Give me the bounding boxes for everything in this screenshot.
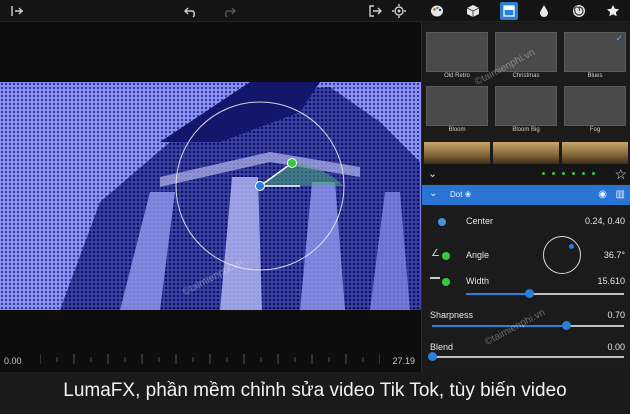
width-icon	[430, 277, 440, 279]
checkmark-icon: ✓	[615, 33, 623, 43]
param-label: Sharpness	[430, 310, 474, 320]
preset-pager: ⌄ ☆	[422, 164, 630, 184]
param-blend[interactable]: Blend 0.00	[422, 338, 630, 358]
time-start: 0.00	[4, 356, 22, 366]
film-strip[interactable]	[422, 140, 630, 164]
preset-old-retro[interactable]: Old Retro	[424, 30, 490, 80]
exit-icon[interactable]	[8, 2, 26, 20]
angle-icon: ∠	[431, 248, 440, 259]
blend-slider-track[interactable]	[432, 356, 624, 358]
preset-thumbnail	[495, 86, 557, 126]
center-indicator	[438, 218, 446, 226]
preset-thumbnail	[564, 86, 626, 126]
settings-icon[interactable]	[390, 2, 408, 20]
preset-thumbnail	[426, 86, 488, 126]
preset-bloom-big[interactable]: Bloom Big	[493, 84, 559, 134]
angle-dial[interactable]	[543, 236, 581, 274]
caption-text: LumaFX, phần mềm chỉnh sửa video Tik Tok…	[63, 380, 567, 401]
param-label: Center	[466, 216, 494, 226]
chevron-down-icon[interactable]: ⌄	[428, 167, 437, 180]
preset-label: Bloom Big	[512, 127, 540, 133]
star-icon[interactable]	[604, 2, 622, 20]
layer-name: Dot ❀	[450, 190, 472, 199]
undo-icon[interactable]	[182, 2, 200, 20]
param-center[interactable]: Center 0.24, 0.40	[422, 212, 630, 232]
palette-icon[interactable]	[428, 2, 446, 20]
cube-icon[interactable]	[464, 2, 482, 20]
pager-dot	[582, 172, 585, 175]
pager-dot	[542, 172, 545, 175]
redo-icon[interactable]	[220, 2, 238, 20]
preset-thumbnail	[426, 32, 488, 72]
film-thumbnail[interactable]	[493, 142, 559, 164]
param-value: 0.24, 0.40	[584, 216, 625, 226]
param-value: 0.70	[607, 310, 625, 320]
star-outline-icon[interactable]: ☆	[614, 166, 627, 183]
width-slider-knob[interactable]	[524, 289, 534, 298]
param-value: 15.610	[597, 276, 625, 286]
preset-label: Blues	[587, 73, 603, 79]
trash-icon[interactable]: ▥	[616, 189, 625, 200]
sharpness-slider-fill	[432, 325, 567, 327]
pager-dot	[552, 172, 555, 175]
chevron-down-icon[interactable]: ⌄	[429, 188, 437, 199]
blend-slider-knob[interactable]	[427, 352, 437, 361]
caption-bar: LumaFX, phần mềm chỉnh sửa video Tik Tok…	[0, 372, 630, 414]
param-angle[interactable]: ∠ Angle 36.7°	[422, 246, 630, 266]
timeline-ticks[interactable]	[40, 350, 380, 366]
param-label: Angle	[466, 250, 490, 260]
timeline[interactable]: 0.00 27.19	[0, 346, 421, 372]
param-value: 36.7°	[603, 250, 625, 260]
dial-handle[interactable]	[569, 244, 575, 250]
drop-icon[interactable]	[535, 2, 553, 20]
width-indicator	[442, 278, 450, 286]
pager-dot	[562, 172, 565, 175]
pager-dot	[572, 172, 575, 175]
video-canvas[interactable]: ©taimienphi.vn 0.00 27.19	[0, 22, 421, 372]
swirl-icon[interactable]	[570, 2, 588, 20]
film-thumbnail[interactable]	[424, 142, 490, 164]
export-icon[interactable]	[366, 2, 384, 20]
preset-label: Fog	[589, 127, 601, 133]
top-toolbar	[0, 0, 630, 22]
layer-header[interactable]: ⌄ Dot ❀ ◉ ▥	[422, 185, 630, 205]
param-value: 0.00	[607, 342, 625, 352]
param-label: Blend	[430, 342, 454, 352]
preset-bloom[interactable]: Bloom	[424, 84, 490, 134]
pager-dot	[592, 172, 595, 175]
preset-blues[interactable]: ✓ Blues	[562, 30, 628, 80]
preset-label: Bloom	[448, 127, 466, 133]
sharpness-slider-knob[interactable]	[561, 321, 571, 330]
width-slider-fill	[466, 293, 530, 295]
preset-fog[interactable]: Fog	[562, 84, 628, 134]
effects-panel: Old Retro Christmas ✓ Blues Bloom Bloom …	[421, 22, 630, 372]
eye-icon[interactable]: ◉	[598, 189, 607, 200]
film-thumbnail[interactable]	[562, 142, 628, 164]
layers-icon[interactable]	[500, 2, 518, 20]
angle-indicator	[442, 252, 450, 260]
param-label: Width	[466, 276, 490, 286]
time-end: 27.19	[392, 356, 415, 366]
